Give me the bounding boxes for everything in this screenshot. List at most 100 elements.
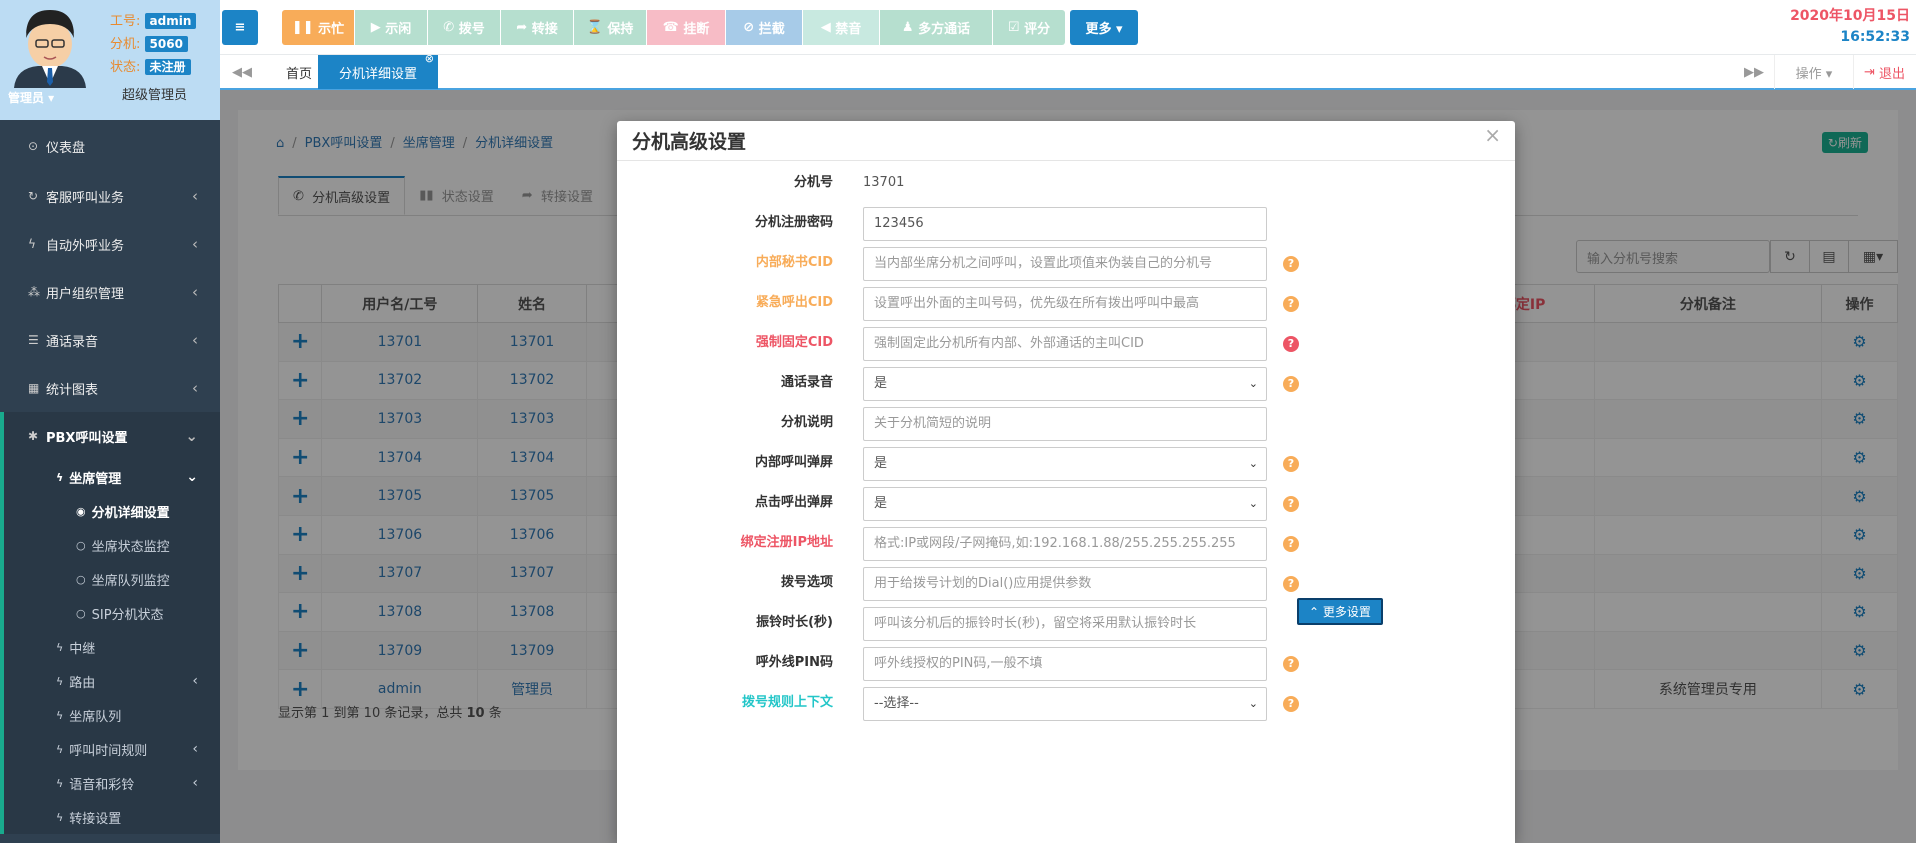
chevron-left-icon: ‹	[192, 379, 198, 397]
help-icon[interactable]: ?	[1283, 496, 1299, 512]
logout-button[interactable]: ⇥ 退出	[1864, 55, 1905, 89]
busy-label: 示忙	[318, 22, 345, 37]
sidebar-item-label: 通话录音	[46, 334, 99, 350]
tab-home[interactable]: 首页	[274, 55, 324, 89]
field-label: 呼外线PIN码	[755, 655, 833, 670]
circle-icon: ○	[76, 538, 86, 552]
help-icon[interactable]: ?	[1283, 256, 1299, 272]
sidebar-item-stats[interactable]: ▦ 统计图表 ‹	[0, 364, 220, 412]
hangup-button[interactable]: ☎ 挂断	[647, 10, 725, 45]
sidebar-item-service[interactable]: ↻ 客服呼叫业务 ‹	[0, 172, 220, 220]
tab-scroll-left-icon[interactable]: ◀◀	[232, 55, 252, 89]
help-icon[interactable]: ?	[1283, 336, 1299, 352]
more-dropdown-button[interactable]: 更多 ▾	[1070, 10, 1138, 45]
text-input[interactable]: 呼外线授权的PIN码,一般不填	[863, 647, 1267, 681]
close-icon[interactable]: ×	[1484, 123, 1501, 147]
help-icon[interactable]: ?	[1283, 376, 1299, 392]
field-label: 绑定注册IP地址	[740, 535, 833, 550]
role-dropdown[interactable]: 管理员 ▾	[8, 89, 54, 106]
sidebar-item-label: 呼叫时间规则	[69, 743, 148, 759]
form-row: 绑定注册IP地址 格式:IP或网段/子网掩码,如:192.168.1.88/255…	[617, 525, 1515, 561]
text-input[interactable]: 123456	[863, 207, 1267, 241]
select-field[interactable]: 是 ⌄	[863, 367, 1267, 401]
sidebar-item-extension-settings[interactable]: ◉ 分机详细设置	[0, 494, 220, 528]
select-field[interactable]: 是 ⌄	[863, 487, 1267, 521]
check-square-icon: ☑	[1007, 20, 1025, 35]
help-icon[interactable]: ?	[1283, 536, 1299, 552]
sidebar-item-seat-status[interactable]: ○ 坐席状态监控	[0, 528, 220, 562]
sidebar-item-label: 分机详细设置	[91, 505, 170, 521]
transfer-button[interactable]: ➦ 转接	[501, 10, 573, 45]
text-input[interactable]: 关于分机简短的说明	[863, 407, 1267, 441]
rate-button[interactable]: ☑ 评分	[993, 10, 1065, 45]
table-icon: ▦	[28, 381, 40, 395]
chevron-down-icon: ⌄	[1248, 457, 1258, 470]
select-value: 是	[874, 456, 888, 471]
text-input[interactable]: 当内部坐席分机之间呼叫，设置此项值来伪装自己的分机号	[863, 247, 1267, 281]
chevron-down-icon: ⌄	[1248, 497, 1258, 510]
tab-extension-settings[interactable]: 分机详细设置 ⊗	[318, 52, 438, 89]
more-label: 更多 ▾	[1085, 22, 1123, 37]
sidebar-item-time-rules[interactable]: ϟ 呼叫时间规则 ‹	[0, 732, 220, 766]
sidebar-item-voice[interactable]: ϟ 语音和彩铃 ‹	[0, 766, 220, 800]
select-value: --选择--	[874, 696, 919, 711]
dial-button[interactable]: ✆ 拨号	[428, 10, 500, 45]
select-value: 是	[874, 376, 888, 391]
text-input[interactable]: 呼叫该分机后的振铃时长(秒)，留空将采用默认振铃时长	[863, 607, 1267, 641]
sidebar-item-label: 用户组织管理	[46, 286, 125, 302]
text-input[interactable]: 强制固定此分机所有内部、外部通话的主叫CID	[863, 327, 1267, 361]
field-label: 点击呼出弹屏	[754, 495, 833, 510]
sidebar-item-pbx[interactable]: ✱ PBX呼叫设置 ⌄	[0, 412, 220, 460]
select-field[interactable]: 是 ⌄	[863, 447, 1267, 481]
select-value: 是	[874, 496, 888, 511]
sidebar-item-seat-management[interactable]: ϟ 坐席管理 ⌄	[0, 460, 220, 494]
intercept-button[interactable]: ⊘ 拦截	[726, 10, 802, 45]
form-row: 通话录音是 ⌄?	[617, 365, 1515, 401]
sidebar-item-route[interactable]: ϟ 路由 ‹	[0, 664, 220, 698]
sidebar-item-seat-queue[interactable]: ϟ 坐席队列	[0, 698, 220, 732]
org-icon: ⁂	[28, 285, 40, 299]
hold-button[interactable]: ⌛ 保持	[574, 10, 646, 45]
text-input[interactable]: 用于给拨号计划的Dial()应用提供参数	[863, 567, 1267, 601]
field-label: 分机注册密码	[754, 215, 833, 230]
sidebar-item-trunk[interactable]: ϟ 中继	[0, 630, 220, 664]
help-icon[interactable]: ?	[1283, 576, 1299, 592]
operations-dropdown[interactable]: 操作 ▾	[1774, 55, 1854, 89]
sidebar-item-dashboard[interactable]: ⊙ 仪表盘	[0, 120, 220, 172]
mute-button[interactable]: ◀ 禁音	[803, 10, 879, 45]
more-settings-button[interactable]: ⌃ 更多设置	[1297, 598, 1383, 625]
volume-off-icon: ◀	[820, 20, 836, 35]
tab-scroll-right-icon[interactable]: ▶▶	[1744, 55, 1764, 89]
sidebar-item-autocall[interactable]: ϟ 自动外呼业务 ‹	[0, 220, 220, 268]
select-field[interactable]: --选择-- ⌄	[863, 687, 1267, 721]
help-icon[interactable]: ?	[1283, 656, 1299, 672]
bolt-icon: ϟ	[56, 776, 64, 790]
rate-label: 评分	[1024, 22, 1051, 37]
tab-close-icon[interactable]: ⊗	[425, 52, 434, 65]
avatar[interactable]	[8, 6, 88, 88]
sidebar-item-queue-monitor[interactable]: ○ 坐席队列监控	[0, 562, 220, 596]
idle-button[interactable]: ▶ 示闲	[355, 10, 427, 45]
help-icon[interactable]: ?	[1283, 456, 1299, 472]
sidebar-item-sip-status[interactable]: ○ SIP分机状态	[0, 596, 220, 630]
top-toolbar: ≡ ❚❚ 示忙 ▶ 示闲 ✆ 拨号 ➦ 转接 ⌛ 保持 ☎ 挂断 ⊘ 拦截 ◀ …	[220, 0, 1916, 54]
help-icon[interactable]: ?	[1283, 296, 1299, 312]
field-label: 强制固定CID	[755, 335, 833, 350]
conference-button[interactable]: ♟ 多方通话	[880, 10, 992, 45]
sidebar-item-org[interactable]: ⁂ 用户组织管理 ‹	[0, 268, 220, 316]
field-label: 拨号选项	[780, 575, 833, 590]
form-row: 分机号 13701	[617, 165, 1515, 201]
text-input[interactable]: 设置呼出外面的主叫号码，优先级在所有拨出呼叫中最高	[863, 287, 1267, 321]
bolt-icon: ϟ	[56, 470, 64, 484]
busy-button[interactable]: ❚❚ 示忙	[282, 10, 354, 45]
sidebar-submenu: ϟ 坐席管理 ⌄ ◉ 分机详细设置 ○ 坐席状态监控 ○ 坐席队列监控 ○ SIP分机状态 …	[0, 460, 220, 834]
sidebar-item-label: 统计图表	[46, 382, 99, 398]
sidebar-menu: ⊙ 仪表盘 ↻ 客服呼叫业务 ‹ ϟ 自动外呼业务 ‹ ⁂ 用户组织管理 ‹ ☰ 通话录音 ‹ ▦…	[0, 120, 220, 834]
text-input[interactable]: 格式:IP或网段/子网掩码,如:192.168.1.88/255.255.255…	[863, 527, 1267, 561]
sidebar-item-recording[interactable]: ☰ 通话录音 ‹	[0, 316, 220, 364]
sidebar-item-transfer[interactable]: ϟ 转接设置	[0, 800, 220, 834]
asterisk-icon: ✱	[28, 429, 39, 443]
sidebar-item-label: 自动外呼业务	[46, 238, 125, 254]
menu-toggle-button[interactable]: ≡	[222, 10, 258, 45]
help-icon[interactable]: ?	[1283, 696, 1299, 712]
